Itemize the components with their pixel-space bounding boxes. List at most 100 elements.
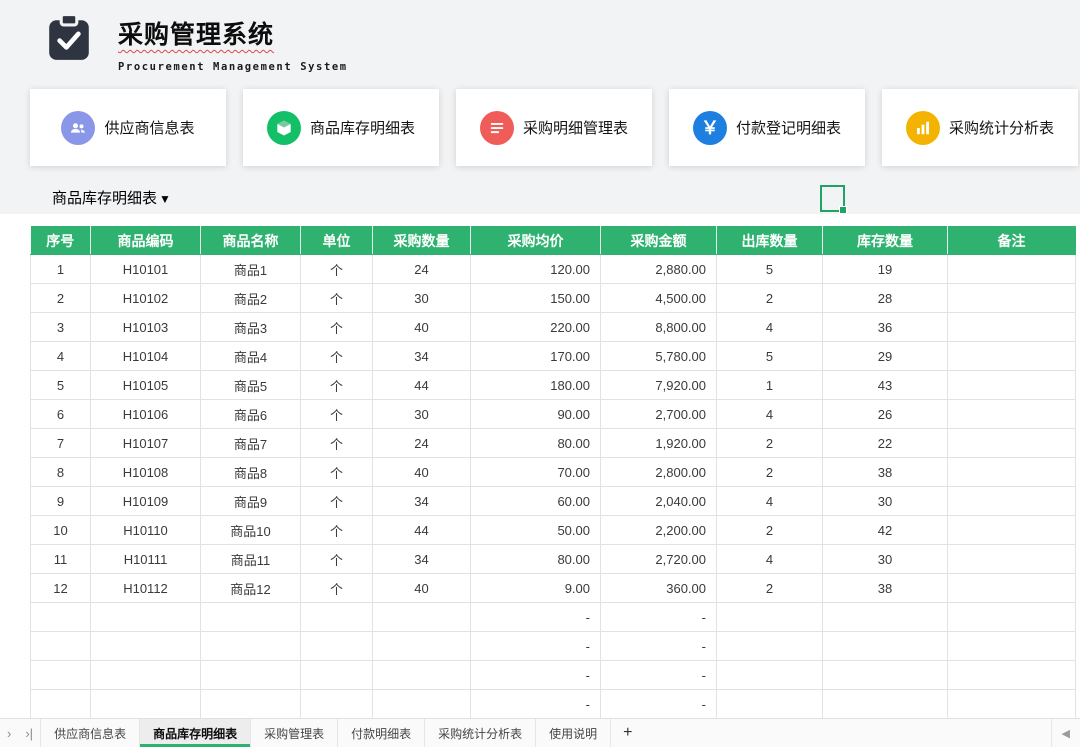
table-cell[interactable]: 个: [300, 399, 373, 429]
table-cell[interactable]: 5,780.00: [600, 341, 717, 371]
table-cell[interactable]: [372, 660, 471, 690]
nav-card-2[interactable]: 商品库存明细表: [243, 89, 439, 166]
table-cell[interactable]: H10111: [90, 544, 201, 574]
column-header[interactable]: 库存数量: [822, 226, 948, 255]
table-cell[interactable]: 24: [372, 254, 471, 284]
table-cell[interactable]: 个: [300, 254, 373, 284]
table-cell[interactable]: 2,040.00: [600, 486, 717, 516]
table-cell[interactable]: [30, 631, 91, 661]
table-cell[interactable]: H10110: [90, 515, 201, 545]
table-cell[interactable]: 30: [822, 486, 948, 516]
table-cell[interactable]: [947, 399, 1076, 429]
table-cell[interactable]: 80.00: [470, 544, 601, 574]
nav-card-4[interactable]: ￥ 付款登记明细表: [669, 89, 865, 166]
table-cell[interactable]: [716, 631, 823, 661]
column-header[interactable]: 采购数量: [372, 226, 471, 255]
table-cell[interactable]: 36: [822, 312, 948, 342]
table-cell[interactable]: [947, 631, 1076, 661]
table-cell[interactable]: 2,800.00: [600, 457, 717, 487]
selected-cell-outline[interactable]: [820, 185, 847, 214]
table-cell[interactable]: 2,880.00: [600, 254, 717, 284]
table-cell[interactable]: 个: [300, 312, 373, 342]
table-cell[interactable]: 1: [30, 254, 91, 284]
table-cell[interactable]: [822, 660, 948, 690]
table-cell[interactable]: 34: [372, 486, 471, 516]
table-cell[interactable]: 70.00: [470, 457, 601, 487]
table-caption-dropdown[interactable]: 商品库存明细表 ▼: [52, 187, 1080, 208]
sheet-tab-采购管理表[interactable]: 采购管理表: [251, 719, 339, 747]
table-cell[interactable]: 30: [372, 283, 471, 313]
table-cell[interactable]: -: [600, 631, 717, 661]
table-cell[interactable]: 44: [372, 370, 471, 400]
table-cell[interactable]: H10103: [90, 312, 201, 342]
table-cell[interactable]: -: [470, 602, 601, 632]
column-header[interactable]: 商品编码: [90, 226, 201, 255]
table-cell[interactable]: [947, 428, 1076, 458]
table-cell[interactable]: 40: [372, 312, 471, 342]
table-cell[interactable]: [822, 689, 948, 719]
table-cell[interactable]: H10106: [90, 399, 201, 429]
table-cell[interactable]: 8,800.00: [600, 312, 717, 342]
table-cell[interactable]: 220.00: [470, 312, 601, 342]
table-cell[interactable]: -: [470, 689, 601, 719]
table-cell[interactable]: 170.00: [470, 341, 601, 371]
table-cell[interactable]: 5: [716, 341, 823, 371]
table-cell[interactable]: H10108: [90, 457, 201, 487]
table-cell[interactable]: 30: [822, 544, 948, 574]
sheet-nav-next-icon[interactable]: ›: [0, 719, 18, 747]
table-cell[interactable]: 商品4: [200, 341, 301, 371]
table-cell[interactable]: 34: [372, 544, 471, 574]
table-cell[interactable]: 个: [300, 544, 373, 574]
table-cell[interactable]: 8: [30, 457, 91, 487]
table-cell[interactable]: [947, 689, 1076, 719]
table-cell[interactable]: 4: [716, 486, 823, 516]
table-cell[interactable]: [300, 631, 373, 661]
table-cell[interactable]: 44: [372, 515, 471, 545]
table-cell[interactable]: H10107: [90, 428, 201, 458]
table-cell[interactable]: [372, 631, 471, 661]
table-cell[interactable]: H10105: [90, 370, 201, 400]
table-cell[interactable]: [200, 660, 301, 690]
table-cell[interactable]: H10109: [90, 486, 201, 516]
table-cell[interactable]: 29: [822, 341, 948, 371]
table-cell[interactable]: [947, 283, 1076, 313]
nav-card-3[interactable]: 采购明细管理表: [456, 89, 652, 166]
column-header[interactable]: 商品名称: [200, 226, 301, 255]
table-cell[interactable]: 9: [30, 486, 91, 516]
table-cell[interactable]: [372, 602, 471, 632]
table-cell[interactable]: 4: [716, 312, 823, 342]
table-cell[interactable]: 120.00: [470, 254, 601, 284]
table-cell[interactable]: 10: [30, 515, 91, 545]
nav-card-5[interactable]: 采购统计分析表: [882, 89, 1078, 166]
table-cell[interactable]: [947, 312, 1076, 342]
table-cell[interactable]: [90, 631, 201, 661]
table-cell[interactable]: [947, 544, 1076, 574]
table-cell[interactable]: 1: [716, 370, 823, 400]
table-cell[interactable]: H10104: [90, 341, 201, 371]
table-cell[interactable]: H10101: [90, 254, 201, 284]
table-cell[interactable]: 80.00: [470, 428, 601, 458]
table-cell[interactable]: 个: [300, 486, 373, 516]
table-cell[interactable]: [947, 370, 1076, 400]
table-cell[interactable]: 商品2: [200, 283, 301, 313]
column-header[interactable]: 单位: [300, 226, 373, 255]
column-header[interactable]: 采购均价: [470, 226, 601, 255]
table-cell[interactable]: 商品6: [200, 399, 301, 429]
sheet-tab-付款明细表[interactable]: 付款明细表: [338, 719, 426, 747]
table-cell[interactable]: [947, 515, 1076, 545]
table-cell[interactable]: 42: [822, 515, 948, 545]
table-cell[interactable]: 2: [716, 457, 823, 487]
table-cell[interactable]: 商品9: [200, 486, 301, 516]
table-cell[interactable]: [947, 341, 1076, 371]
table-cell[interactable]: [822, 602, 948, 632]
table-cell[interactable]: 30: [372, 399, 471, 429]
table-cell[interactable]: 2: [716, 573, 823, 603]
sheet-tab-采购统计分析表[interactable]: 采购统计分析表: [425, 719, 537, 747]
table-cell[interactable]: [300, 602, 373, 632]
table-cell[interactable]: [90, 660, 201, 690]
table-cell[interactable]: [947, 486, 1076, 516]
table-cell[interactable]: 22: [822, 428, 948, 458]
table-cell[interactable]: 7: [30, 428, 91, 458]
table-cell[interactable]: 5: [30, 370, 91, 400]
table-cell[interactable]: 90.00: [470, 399, 601, 429]
